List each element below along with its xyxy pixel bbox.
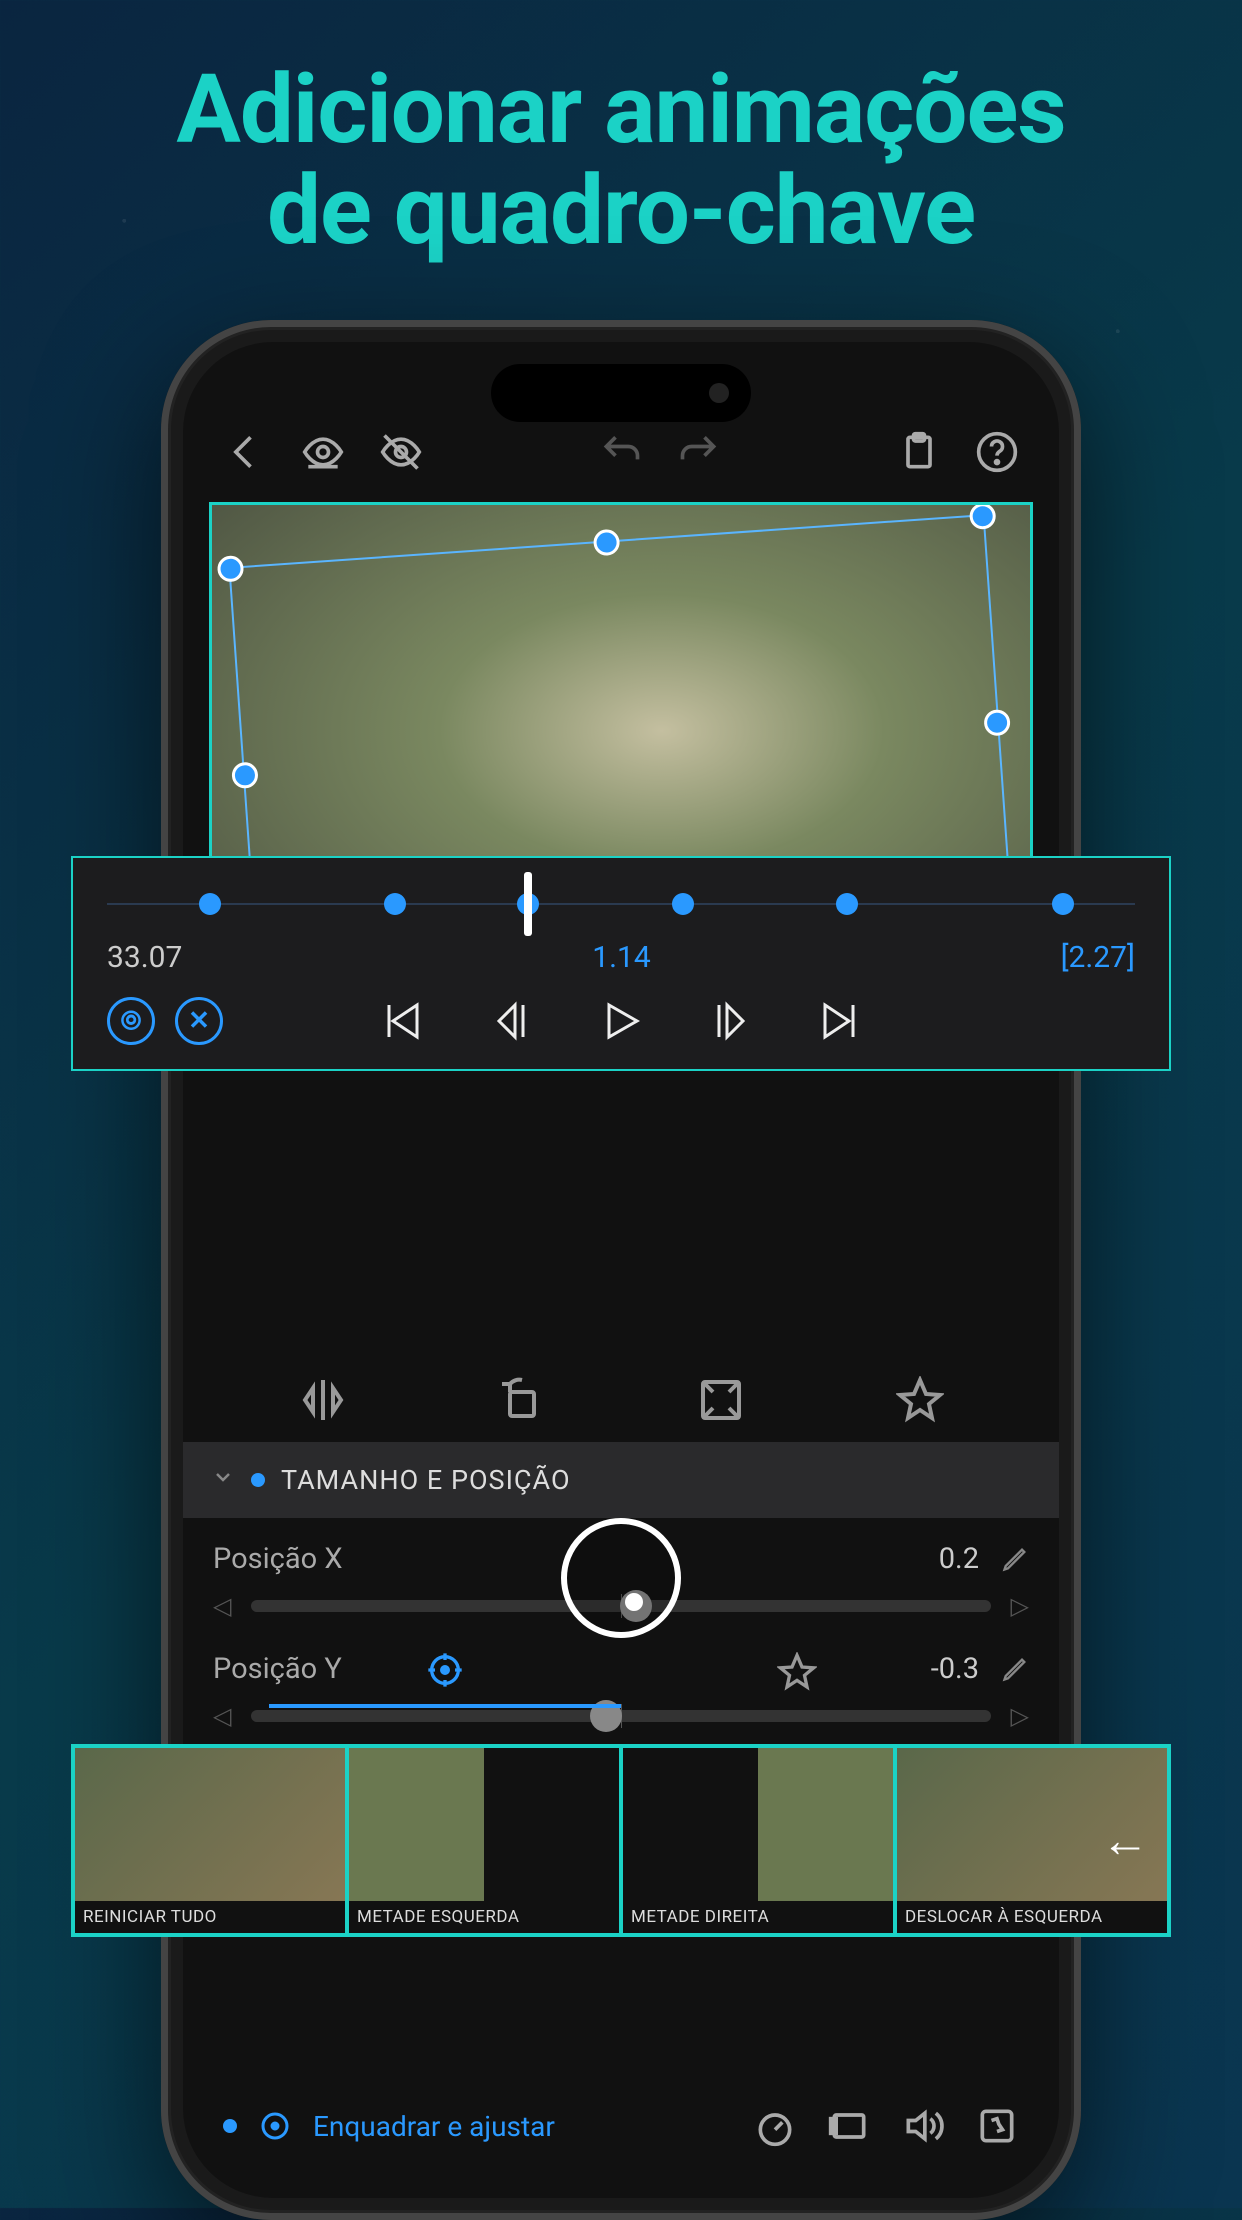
visibility-off-icon[interactable] (379, 430, 423, 474)
rotate-icon[interactable] (498, 1376, 546, 1424)
time-remaining: [2.27] (1061, 940, 1135, 975)
help-icon[interactable] (975, 430, 1019, 474)
keyframe-multi-icon[interactable]: ⦾ (107, 997, 155, 1045)
crop-target-icon (425, 1650, 465, 1690)
section-title: TAMANHO E POSIÇÃO (281, 1464, 571, 1496)
resize-handle-top-left[interactable] (217, 555, 245, 583)
play-icon[interactable] (597, 997, 645, 1045)
frame-icon[interactable] (827, 2104, 871, 2148)
skip-start-icon[interactable] (377, 997, 425, 1045)
active-dot (223, 2119, 237, 2133)
keyframe-dot[interactable] (199, 893, 221, 915)
keyframe-badges: ⦾ ✕ (107, 997, 223, 1045)
mode-label[interactable]: Enquadrar e ajustar (313, 2110, 555, 2143)
effects-icon[interactable] (975, 2104, 1019, 2148)
section-header-size-position[interactable]: TAMANHO E POSIÇÃO (183, 1442, 1059, 1518)
mode-crop[interactable] (269, 1636, 621, 1708)
flip-icon[interactable] (299, 1376, 347, 1424)
preset-panel: REINICIAR TUDO METADE ESQUERDA METADE DI… (71, 1744, 1171, 1937)
keyframe-dot[interactable] (1052, 893, 1074, 915)
crop-target-icon (257, 2108, 293, 2144)
clipboard-icon[interactable] (897, 430, 941, 474)
keyframe-dot[interactable] (384, 893, 406, 915)
keyframe-panel: 33.07 1.14 [2.27] ⦾ ✕ (71, 856, 1171, 1071)
bottom-bar: Enquadrar e ajustar (209, 2086, 1033, 2166)
undo-icon[interactable] (599, 430, 643, 474)
slider-position-y[interactable] (251, 1710, 990, 1722)
pencil-icon[interactable] (1001, 1545, 1029, 1573)
playhead[interactable] (524, 872, 532, 936)
skip-end-icon[interactable] (817, 997, 865, 1045)
time-current: 1.14 (592, 940, 651, 975)
rotation-dial[interactable] (561, 1518, 681, 1638)
preset-reset-all[interactable]: REINICIAR TUDO (73, 1746, 347, 1935)
frame-forward-icon[interactable] (707, 997, 755, 1045)
marketing-headline: Adicionar animações de quadro-chave (0, 60, 1242, 262)
back-icon[interactable] (223, 430, 267, 474)
frame-back-icon[interactable] (487, 997, 535, 1045)
nudge-right-icon[interactable]: ▷ (1011, 1592, 1029, 1620)
param-label: Posição X (213, 1542, 343, 1576)
keyframe-indicator-dot (251, 1473, 265, 1487)
keyframe-dot[interactable] (672, 893, 694, 915)
dynamic-island (491, 364, 751, 422)
fit-icon[interactable] (697, 1376, 745, 1424)
mode-bar (209, 1636, 1033, 1708)
speed-icon[interactable] (753, 2104, 797, 2148)
resize-handle-top-mid[interactable] (593, 529, 621, 557)
keyframe-track[interactable] (107, 878, 1135, 930)
redo-icon[interactable] (677, 430, 721, 474)
keyframe-dot[interactable] (836, 893, 858, 915)
mode-favorite[interactable] (621, 1636, 973, 1708)
preset-half-left[interactable]: METADE ESQUERDA (347, 1746, 621, 1935)
preset-shift-left[interactable]: ← DESLOCAR À ESQUERDA (895, 1746, 1169, 1935)
param-value: 0.2 (939, 1542, 979, 1576)
resize-handle-mid-left[interactable] (231, 761, 259, 789)
keyframe-delete-icon[interactable]: ✕ (175, 997, 223, 1045)
nudge-left-icon[interactable]: ◁ (213, 1592, 231, 1620)
tool-tabs (183, 1350, 1059, 1442)
visibility-on-icon[interactable] (301, 430, 345, 474)
chevron-down-icon (211, 1464, 235, 1496)
time-elapsed: 33.07 (107, 940, 182, 975)
arrow-left-icon: ← (1101, 1812, 1149, 1869)
volume-icon[interactable] (901, 2104, 945, 2148)
preset-half-right[interactable]: METADE DIREITA (621, 1746, 895, 1935)
star-icon (777, 1652, 817, 1692)
star-icon[interactable] (896, 1376, 944, 1424)
